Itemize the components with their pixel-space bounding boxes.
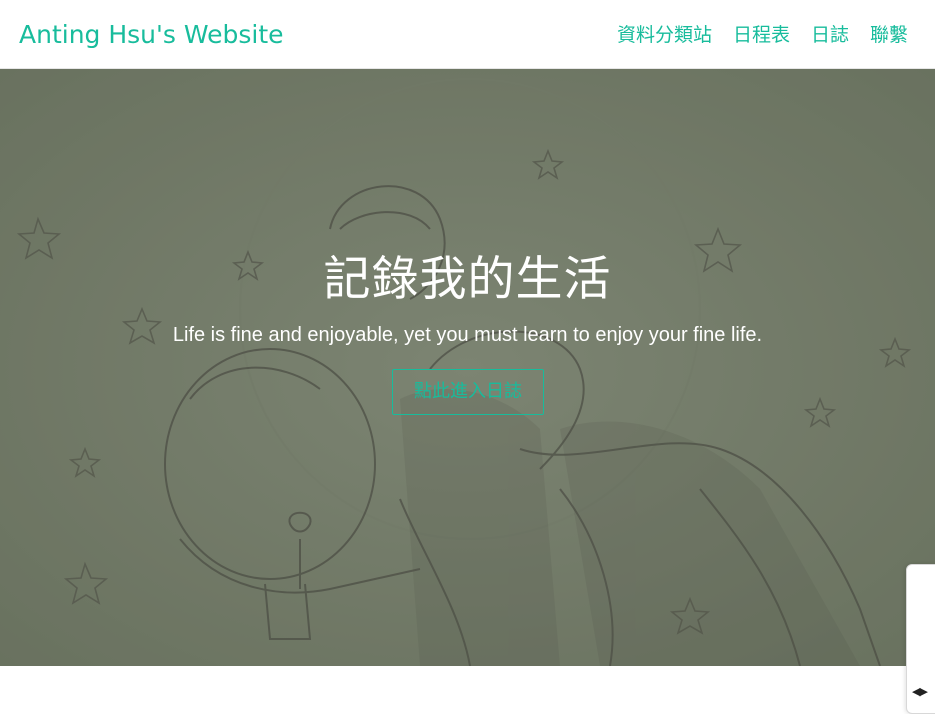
- site-brand-link[interactable]: Anting Hsu's Website: [19, 19, 284, 51]
- widget-toggle-arrows-icon[interactable]: ◀▶: [912, 685, 932, 699]
- nav-link-categories[interactable]: 資料分類站: [617, 24, 712, 46]
- main-nav: 資料分類站 日程表 日誌 聯繫: [617, 22, 908, 48]
- hero-title: 記錄我的生活: [323, 252, 612, 307]
- hero-subtitle: Life is fine and enjoyable, yet you must…: [172, 324, 763, 346]
- enter-journal-button[interactable]: 點此進入日誌: [392, 369, 544, 415]
- nav-item-categories: 資料分類站: [617, 22, 712, 48]
- nav-item-schedule: 日程表: [733, 22, 790, 48]
- navbar: Anting Hsu's Website 資料分類站 日程表 日誌 聯繫: [0, 0, 935, 69]
- nav-item-contact: 聯繫: [870, 22, 908, 48]
- hero-section: 記錄我的生活 Life is fine and enjoyable, yet y…: [0, 69, 935, 666]
- hero-overlay: [0, 69, 935, 666]
- nav-link-contact[interactable]: 聯繫: [870, 24, 908, 46]
- nav-item-journal: 日誌: [811, 22, 849, 48]
- nav-link-journal[interactable]: 日誌: [811, 24, 849, 46]
- nav-link-schedule[interactable]: 日程表: [733, 24, 790, 46]
